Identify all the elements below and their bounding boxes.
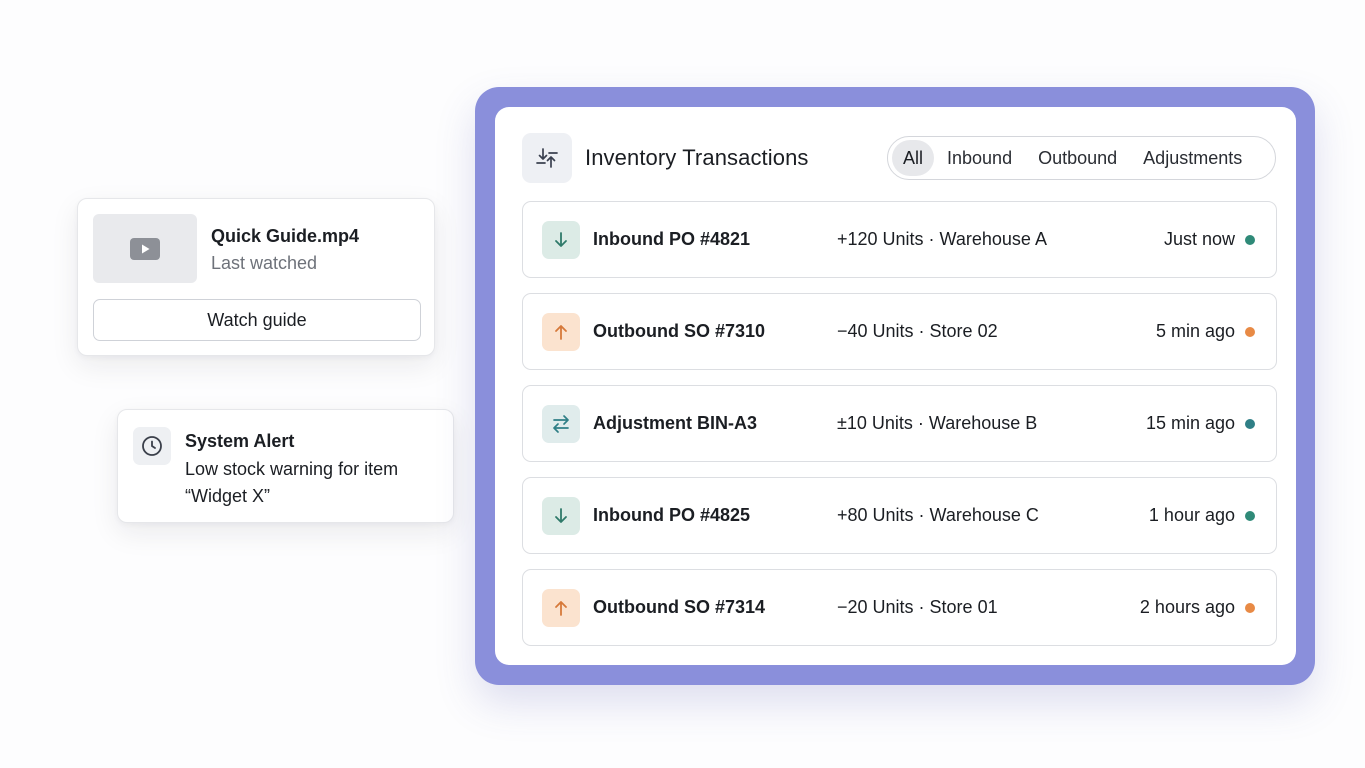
transaction-time: 1 hour ago [1148,505,1235,525]
play-icon [130,237,160,260]
video-thumbnail[interactable] [93,214,197,283]
video-guide-card: Quick Guide.mp4 Last watched Watch guide [77,198,435,356]
transaction-name: Inbound PO #4821 [593,229,751,249]
status-dot [1245,603,1255,613]
status-dot [1245,235,1255,245]
transaction-time: 15 min ago [1145,413,1235,433]
transaction-name: Outbound SO #7314 [593,597,766,617]
transfer-arrows-icon [522,133,572,183]
transaction-detail: ±10 Units · Warehouse B [837,413,1038,433]
tab-all[interactable]: All [892,140,935,176]
alert-title: System Alert [185,431,295,451]
clock-icon [133,427,171,465]
video-title: Quick Guide.mp4 [211,226,360,246]
transaction-detail: +80 Units · Warehouse C [837,505,1039,525]
transaction-detail: −40 Units · Store 02 [837,321,998,341]
transaction-time: 2 hours ago [1139,597,1235,617]
arrow-down-icon [542,497,580,535]
swap-arrows-icon [542,405,580,443]
tab-inbound[interactable]: Inbound [934,140,1025,176]
arrow-up-icon [542,589,580,627]
transaction-row[interactable]: Inbound PO #4821 +120 Units · Warehouse … [522,201,1277,278]
alert-message: Low stock warning for item “Widget X” [185,459,399,506]
tab-outbound[interactable]: Outbound [1025,140,1130,176]
filter-tabs: All Inbound Outbound Adjustments [887,136,1276,180]
transaction-row[interactable]: Inbound PO #4825 +80 Units · Warehouse C… [522,477,1277,554]
transaction-row[interactable]: Outbound SO #7314 −20 Units · Store 01 2… [522,569,1277,646]
transaction-name: Outbound SO #7310 [593,321,766,341]
tab-adjustments[interactable]: Adjustments [1130,140,1255,176]
transaction-name: Adjustment BIN-A3 [593,413,758,433]
panel-frame: Inventory Transactions All Inbound Outbo… [475,87,1315,685]
status-dot [1245,511,1255,521]
status-dot [1245,327,1255,337]
arrow-down-icon [542,221,580,259]
system-alert-card: System Alert Low stock warning for item … [117,409,454,523]
page: Quick Guide.mp4 Last watched Watch guide… [0,0,1365,768]
inventory-transactions-panel: Inventory Transactions All Inbound Outbo… [495,107,1296,665]
panel-title: Inventory Transactions [585,145,809,170]
video-subtitle: Last watched [211,253,318,273]
transaction-row[interactable]: Outbound SO #7310 −40 Units · Store 02 5… [522,293,1277,370]
status-dot [1245,419,1255,429]
transaction-name: Inbound PO #4825 [593,505,751,525]
transaction-time: 5 min ago [1155,321,1235,341]
transaction-time: Just now [1163,229,1235,249]
transaction-detail: −20 Units · Store 01 [837,597,998,617]
arrow-up-icon [542,313,580,351]
transaction-row[interactable]: Adjustment BIN-A3 ±10 Units · Warehouse … [522,385,1277,462]
watch-guide-button[interactable]: Watch guide [93,299,421,341]
transaction-detail: +120 Units · Warehouse A [837,229,1047,249]
